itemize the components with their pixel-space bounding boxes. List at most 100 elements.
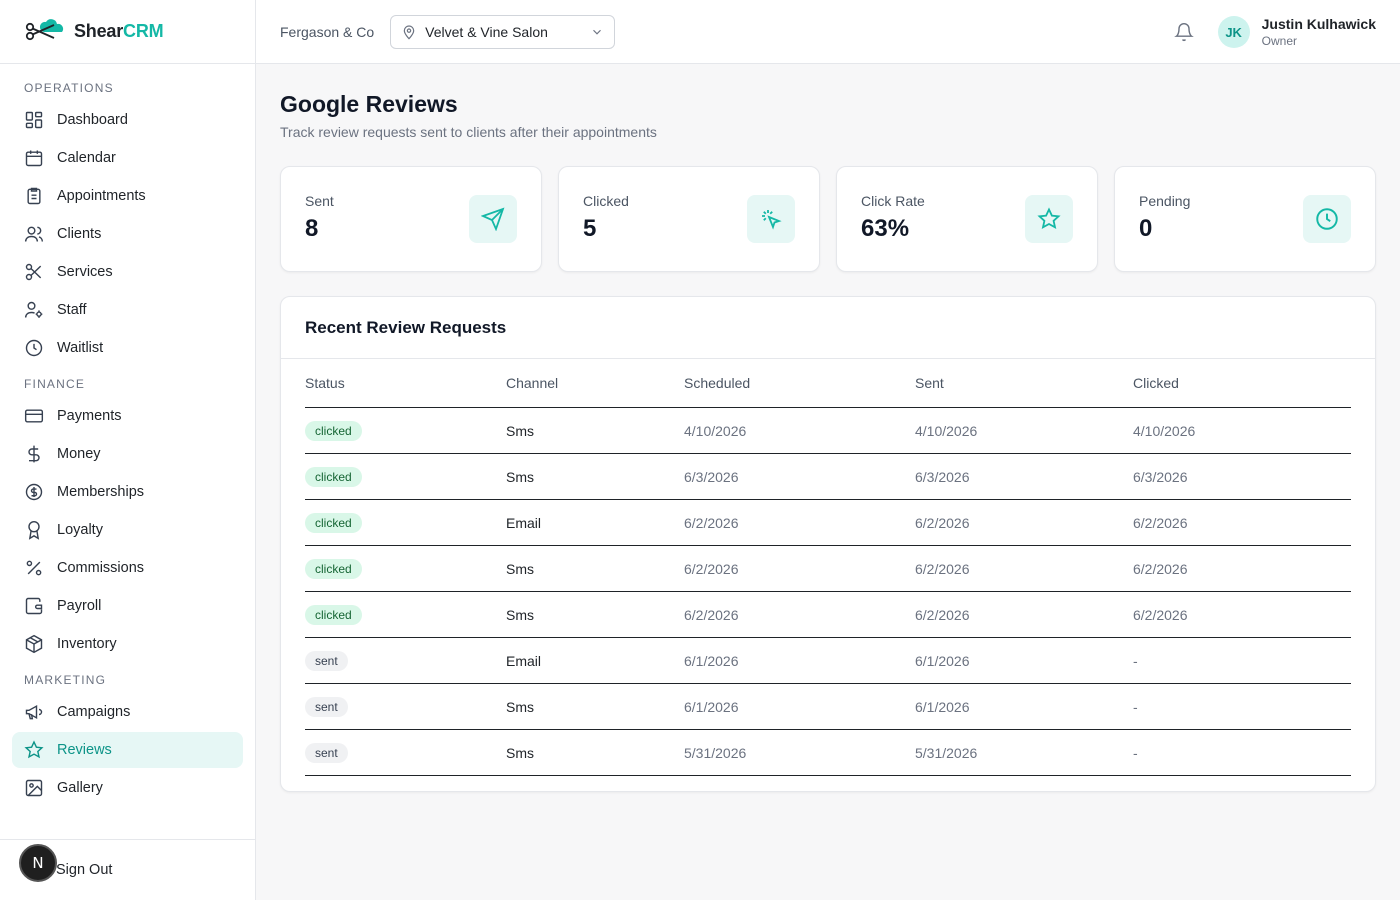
nav-section-operations: OPERATIONS Dashboard Calendar Appointmen… bbox=[0, 80, 255, 366]
sidebar-item-payments[interactable]: Payments bbox=[12, 398, 243, 434]
scissors-cloud-logo-icon bbox=[25, 18, 64, 40]
stat-card-click-rate: Click Rate 63% bbox=[836, 166, 1098, 272]
sent-cell: 5/31/2026 bbox=[915, 744, 978, 761]
page-subtitle: Track review requests sent to clients af… bbox=[280, 124, 657, 140]
status-badge: clicked bbox=[305, 420, 362, 441]
sidebar-item-memberships[interactable]: Memberships bbox=[12, 474, 243, 510]
sidebar-item-dashboard[interactable]: Dashboard bbox=[12, 102, 243, 138]
sidebar-item-staff[interactable]: Staff bbox=[12, 292, 243, 328]
review-requests-card: Recent Review Requests Status Channel Sc… bbox=[280, 296, 1376, 792]
dev-tools-badge[interactable]: N bbox=[19, 844, 57, 882]
dollar-circle-icon bbox=[25, 483, 43, 501]
sidebar-item-services[interactable]: Services bbox=[12, 254, 243, 290]
column-header: Scheduled bbox=[684, 375, 751, 391]
sidebar-item-calendar[interactable]: Calendar bbox=[12, 140, 243, 176]
scheduled-cell: 6/2/2026 bbox=[684, 560, 739, 577]
sidebar-item-payroll[interactable]: Payroll bbox=[12, 588, 243, 624]
table-header-row: Status Channel Scheduled Sent Clicked bbox=[305, 359, 1351, 408]
sidebar-item-label: Payments bbox=[57, 408, 122, 424]
clicked-cell: 4/10/2026 bbox=[1133, 422, 1196, 439]
status-badge: sent bbox=[305, 696, 348, 717]
table-row[interactable]: sent Sms 5/31/2026 5/31/2026 - bbox=[305, 730, 1351, 776]
sidebar-item-label: Commissions bbox=[57, 560, 145, 576]
sidebar-item-gallery[interactable]: Gallery bbox=[12, 770, 243, 806]
table-row[interactable]: sent Email 6/1/2026 6/1/2026 - bbox=[305, 638, 1351, 684]
salon-select[interactable]: Velvet & Vine Salon bbox=[390, 14, 616, 49]
channel-cell: Sms bbox=[506, 744, 534, 761]
stat-icon-box bbox=[1303, 195, 1351, 243]
star-icon bbox=[24, 740, 44, 759]
sidebar-item-label: Reviews bbox=[57, 742, 112, 758]
sidebar-item-inventory[interactable]: Inventory bbox=[12, 626, 243, 662]
sidebar-item-appointments[interactable]: Appointments bbox=[12, 178, 243, 214]
status-cell: clicked bbox=[305, 466, 506, 487]
clock-icon bbox=[1316, 208, 1338, 230]
clicked-cell: 6/3/2026 bbox=[1133, 468, 1188, 485]
avatar[interactable]: JK bbox=[1217, 16, 1250, 48]
sidebar-item-label: Loyalty bbox=[57, 522, 103, 538]
sent-cell: 6/2/2026 bbox=[915, 606, 970, 623]
table-row[interactable]: clicked Sms 6/3/2026 6/3/2026 6/3/2026 bbox=[305, 454, 1351, 500]
sidebar-item-label: Inventory bbox=[57, 636, 117, 652]
clicked-cell: 6/2/2026 bbox=[1133, 514, 1188, 531]
status-badge: clicked bbox=[305, 512, 362, 533]
wallet-icon bbox=[25, 597, 43, 615]
sidebar-item-money[interactable]: Money bbox=[12, 436, 243, 472]
stat-card-clicked: Clicked 5 bbox=[558, 166, 820, 272]
sidebar: ShearCRM OPERATIONS Dashboard Calendar A… bbox=[0, 0, 256, 900]
user-info[interactable]: Justin Kulhawick Owner bbox=[1262, 15, 1376, 49]
sent-cell: 6/3/2026 bbox=[915, 468, 970, 485]
table-row[interactable]: clicked Email 6/2/2026 6/2/2026 6/2/2026 bbox=[305, 500, 1351, 546]
channel-cell: Email bbox=[506, 652, 542, 669]
sent-cell: 6/1/2026 bbox=[915, 652, 970, 669]
sidebar-item-label: Gallery bbox=[57, 780, 103, 796]
column-header: Sent bbox=[915, 375, 944, 391]
pointer-click-icon bbox=[762, 210, 782, 230]
organization-name: Fergason & Co bbox=[280, 23, 375, 40]
sidebar-item-clients[interactable]: Clients bbox=[12, 216, 243, 252]
table-row[interactable]: clicked Sms 6/2/2026 6/2/2026 6/2/2026 bbox=[305, 592, 1351, 638]
calendar-icon bbox=[25, 150, 43, 167]
scheduled-cell: 6/1/2026 bbox=[684, 652, 739, 669]
stats-row: Sent 8 Clicked 5 Click Rate 63% Pending … bbox=[280, 166, 1376, 272]
status-cell: clicked bbox=[305, 512, 506, 533]
table-row[interactable]: sent Sms 6/1/2026 6/1/2026 - bbox=[305, 684, 1351, 730]
sidebar-item-commissions[interactable]: Commissions bbox=[12, 550, 243, 586]
clicked-cell: 6/2/2026 bbox=[1133, 560, 1188, 577]
scheduled-cell: 5/31/2026 bbox=[684, 744, 747, 761]
clock-icon bbox=[25, 339, 43, 357]
sidebar-item-reviews[interactable]: Reviews bbox=[12, 732, 243, 768]
table-body: clicked Sms 4/10/2026 4/10/2026 4/10/2026 cli… bbox=[305, 408, 1351, 776]
sidebar-item-loyalty[interactable]: Loyalty bbox=[12, 512, 243, 548]
user-cog-icon bbox=[24, 301, 43, 318]
user-role: Owner bbox=[1261, 34, 1297, 48]
status-cell: sent bbox=[305, 650, 506, 671]
channel-cell: Sms bbox=[506, 560, 534, 577]
clicked-cell: - bbox=[1133, 652, 1138, 669]
clicked-cell: - bbox=[1133, 698, 1138, 715]
channel-cell: Sms bbox=[506, 606, 534, 623]
channel-cell: Sms bbox=[506, 698, 534, 715]
sidebar-item-campaigns[interactable]: Campaigns bbox=[12, 694, 243, 730]
sign-out-label: Sign Out bbox=[56, 862, 113, 878]
dashboard-icon bbox=[25, 111, 43, 129]
status-badge: clicked bbox=[305, 466, 362, 487]
bell-icon[interactable] bbox=[1173, 22, 1194, 42]
sent-cell: 6/2/2026 bbox=[915, 560, 970, 577]
column-header: Status bbox=[305, 375, 345, 391]
users-icon bbox=[24, 226, 44, 242]
chevron-down-icon bbox=[593, 29, 602, 35]
sidebar-item-waitlist[interactable]: Waitlist bbox=[12, 330, 243, 366]
stat-icon-box bbox=[1025, 195, 1073, 243]
sidebar-item-label: Staff bbox=[57, 302, 87, 318]
dollar-icon bbox=[28, 445, 40, 463]
clipboard-icon bbox=[27, 187, 41, 205]
sidebar-item-label: Payroll bbox=[57, 598, 102, 614]
table-row[interactable]: clicked Sms 4/10/2026 4/10/2026 4/10/2026 bbox=[305, 408, 1351, 454]
brand-logo[interactable]: ShearCRM bbox=[0, 0, 255, 64]
status-badge: clicked bbox=[305, 558, 362, 579]
main-content: Google Reviews Track review requests sen… bbox=[280, 88, 1376, 792]
table-row[interactable]: clicked Sms 6/2/2026 6/2/2026 6/2/2026 bbox=[305, 546, 1351, 592]
sidebar-item-label: Dashboard bbox=[57, 112, 128, 128]
sidebar-item-label: Money bbox=[57, 446, 101, 462]
